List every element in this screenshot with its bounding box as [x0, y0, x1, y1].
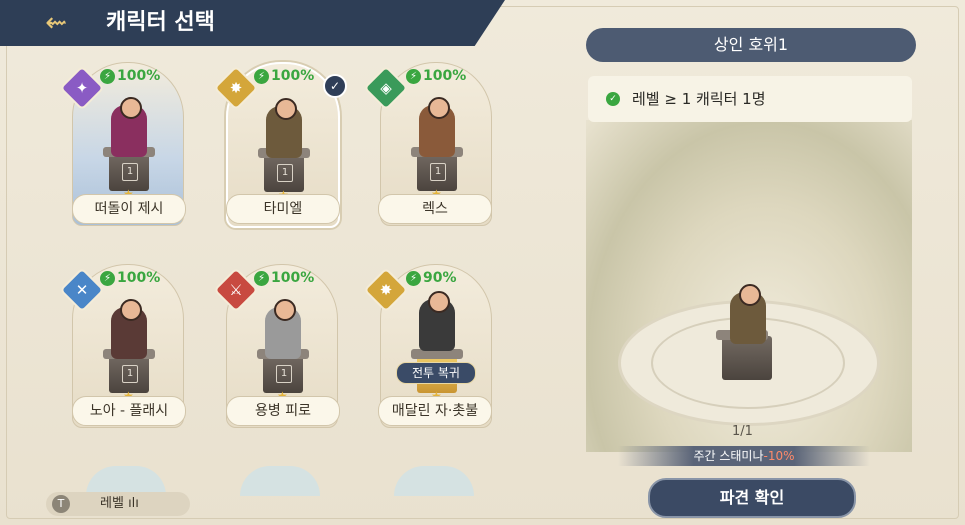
return-badge: 전투 복귀: [396, 362, 476, 384]
stamina: ⚡ 100%: [406, 67, 466, 85]
pedestal: 1: [103, 147, 155, 191]
page-title: 캐릭터 선택: [106, 10, 215, 35]
filter-icon: T: [52, 495, 70, 513]
stamina: ⚡ 100%: [100, 67, 160, 85]
character-name: 타미엘: [226, 194, 340, 224]
character-name: 렉스: [378, 194, 492, 224]
dispatch-count: 1/1: [732, 424, 753, 439]
character-name: 떠돌이 제시: [72, 194, 186, 224]
character-sprite: [111, 97, 147, 157]
character-name: 노아 - 플래시: [72, 396, 186, 426]
check-circle-icon: ✓: [606, 92, 620, 106]
level-sort-button[interactable]: T 레벨 ılı: [46, 492, 190, 516]
stamina: ⚡ 100%: [100, 269, 160, 287]
winged-back-icon: ⇜: [45, 8, 67, 38]
stamina-bolt-icon: ⚡: [254, 271, 269, 286]
selected-check-icon: ✓: [323, 74, 347, 98]
stamina-bolt-icon: ⚡: [406, 271, 421, 286]
pedestal: 1: [411, 147, 463, 191]
character-name: 용병 피로: [226, 396, 340, 426]
character-sprite: [419, 291, 455, 351]
character-sprite: [111, 299, 147, 359]
stamina-bolt-icon: ⚡: [254, 69, 269, 84]
dispatch-confirm-button[interactable]: 파견 확인: [648, 478, 856, 518]
stamina-bolt-icon: ⚡: [100, 69, 115, 84]
bar-chart-icon: ılı: [128, 496, 139, 511]
pedestal: 1: [258, 148, 310, 192]
pedestal: 1: [257, 349, 309, 393]
back-button[interactable]: ⇜: [34, 8, 78, 38]
stamina: ⚡ 100%: [254, 269, 314, 287]
stamina-bolt-icon: ⚡: [100, 271, 115, 286]
character-sprite: [419, 97, 455, 157]
stamina-bolt-icon: ⚡: [406, 69, 421, 84]
requirement-box: ✓ 레벨 ≥ 1 캐릭터 1명: [588, 76, 912, 122]
character-sprite: [265, 299, 301, 359]
character-sprite: [266, 98, 302, 158]
pedestal: 1: [103, 349, 155, 393]
stamina: ⚡ 90%: [406, 269, 457, 287]
character-name: 매달린 자·촛불: [378, 396, 492, 426]
mission-title: 상인 호위1: [586, 28, 916, 62]
sort-label: 레벨 ılı: [100, 496, 139, 511]
weekly-stamina: 주간 스태미나-10%: [618, 446, 870, 466]
requirement-text: 레벨 ≥ 1 캐릭터 1명: [632, 90, 766, 108]
dispatched-character-sprite: [730, 284, 766, 344]
stamina: ⚡ 100%: [254, 67, 314, 85]
